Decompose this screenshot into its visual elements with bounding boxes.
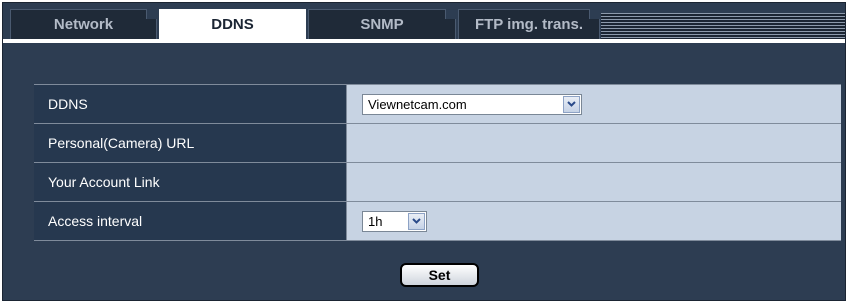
ddns-row: DDNS Viewnetcam.com (34, 85, 841, 124)
access-interval-select[interactable]: 1h (362, 210, 427, 232)
chevron-down-icon[interactable] (563, 95, 580, 113)
tab-ftp-img-trans[interactable]: FTP img. trans. (458, 9, 600, 39)
ddns-label: DDNS (34, 85, 347, 123)
set-button[interactable]: Set (400, 263, 479, 287)
ddns-settings-form: DDNS Viewnetcam.com Personal(Camera) URL… (34, 84, 841, 241)
access-interval-value-cell: 1h (347, 202, 841, 240)
camera-url-value (347, 124, 841, 162)
chevron-down-icon[interactable] (408, 212, 425, 230)
tab-network-label: Network (53, 16, 114, 33)
tab-snmp[interactable]: SNMP (308, 9, 456, 39)
account-link-row: Your Account Link (34, 163, 841, 202)
tab-network[interactable]: Network (10, 9, 157, 39)
tab-ftp-label: FTP img. trans. (474, 16, 584, 33)
tab-ddns-label: DDNS (211, 16, 254, 33)
account-link-label: Your Account Link (34, 163, 347, 201)
ddns-select[interactable]: Viewnetcam.com (362, 93, 582, 115)
ddns-select-value: Viewnetcam.com (368, 96, 467, 112)
tab-ddns[interactable]: DDNS (159, 9, 306, 39)
access-interval-label: Access interval (34, 202, 347, 240)
tab-underline (3, 39, 845, 43)
tab-bar-decoration (601, 13, 845, 39)
settings-panel: Network DDNS SNMP FTP img. trans. DDNS V… (2, 2, 846, 301)
tab-snmp-label: SNMP (360, 16, 404, 33)
access-interval-row: Access interval 1h (34, 202, 841, 241)
ddns-value-cell: Viewnetcam.com (347, 85, 841, 123)
tab-bar: Network DDNS SNMP FTP img. trans. (3, 3, 845, 39)
camera-url-label: Personal(Camera) URL (34, 124, 347, 162)
camera-url-row: Personal(Camera) URL (34, 124, 841, 163)
account-link-value (347, 163, 841, 201)
access-interval-select-value: 1h (368, 213, 383, 229)
